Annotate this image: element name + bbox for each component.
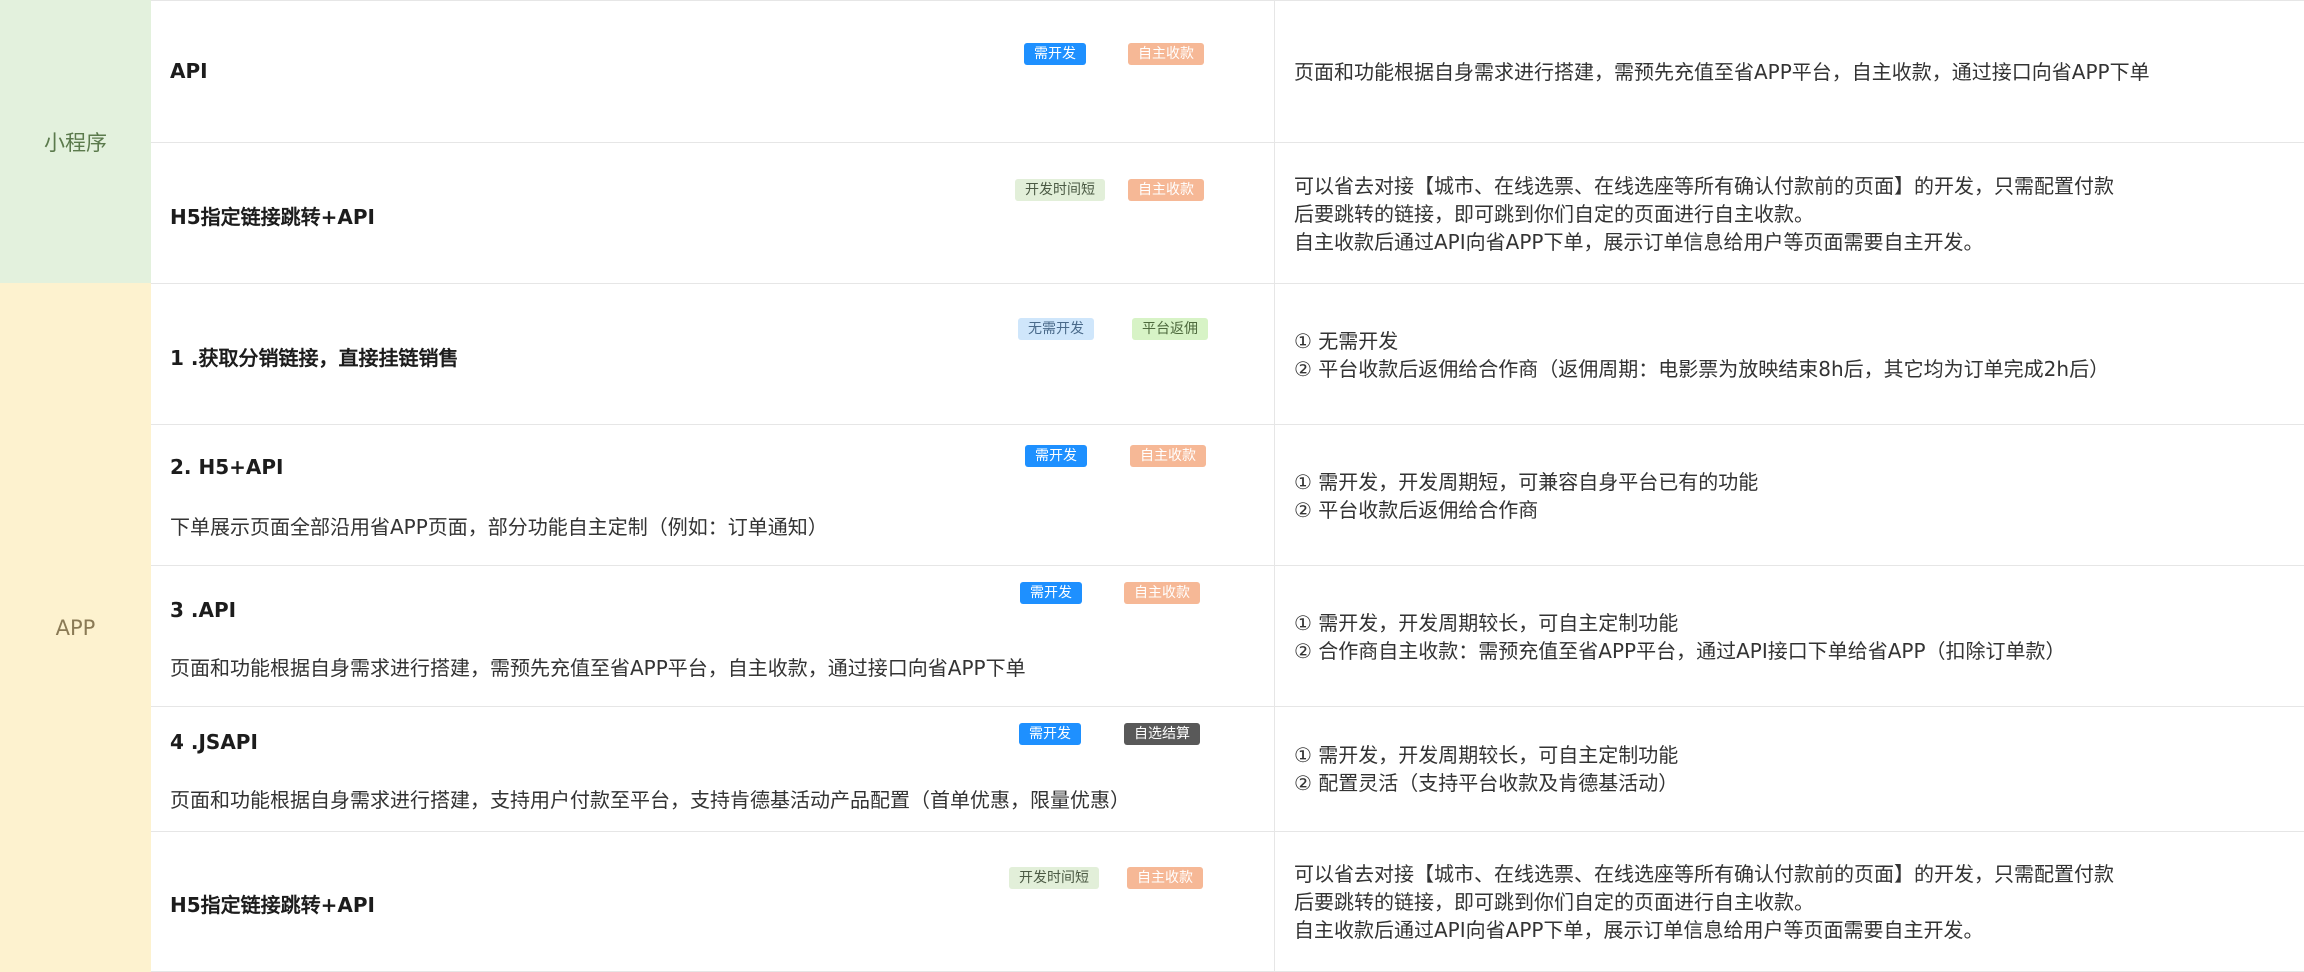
desc-cell: ① 需开发，开发周期较长，可自主定制功能 ② 配置灵活（支持平台收款及肯德基活动… bbox=[1275, 707, 2304, 831]
tag-self-settle: 自选结算 bbox=[1124, 723, 1200, 745]
row-subtitle: 页面和功能根据自身需求进行搭建，需预先充值至省APP平台，自主收款，通过接口向省… bbox=[170, 656, 1026, 680]
table-row: 4 .JSAPI 页面和功能根据自身需求进行搭建，支持用户付款至平台，支持肯德基… bbox=[151, 706, 2304, 831]
tag-need-dev: 需开发 bbox=[1025, 445, 1087, 467]
name-cell: 3 .API 页面和功能根据自身需求进行搭建，需预先充值至省APP平台，自主收款… bbox=[151, 566, 1275, 706]
desc-cell: ① 需开发，开发周期较长，可自主定制功能 ② 合作商自主收款：需预充值至省APP… bbox=[1275, 566, 2304, 706]
name-cell: 1 .获取分销链接，直接挂链销售 无需开发 平台返佣 bbox=[151, 284, 1275, 424]
options-table: 小程序 APP API 需开发 自主收款 页面和功能根据自身需求进行搭建，需预先… bbox=[0, 0, 2304, 972]
row-title: 3 .API bbox=[170, 598, 237, 622]
row-subtitle: 下单展示页面全部沿用省APP页面，部分功能自主定制（例如：订单通知） bbox=[170, 515, 828, 539]
desc-line: 可以省去对接【城市、在线选票、在线选座等所有确认付款前的页面】的开发，只需配置付… bbox=[1294, 174, 2114, 198]
name-cell: 4 .JSAPI 页面和功能根据自身需求进行搭建，支持用户付款至平台，支持肯德基… bbox=[151, 707, 1275, 831]
row-subtitle: 页面和功能根据自身需求进行搭建，支持用户付款至平台，支持肯德基活动产品配置（首单… bbox=[170, 788, 1130, 812]
name-cell: API 需开发 自主收款 bbox=[151, 1, 1275, 142]
tag-self-collect: 自主收款 bbox=[1130, 445, 1206, 467]
row-title: H5指定链接跳转+API bbox=[170, 893, 375, 917]
name-cell: H5指定链接跳转+API 开发时间短 自主收款 bbox=[151, 143, 1275, 283]
tag-short-dev: 开发时间短 bbox=[1015, 179, 1105, 201]
group-app: APP bbox=[0, 283, 151, 972]
tag-no-dev: 无需开发 bbox=[1018, 318, 1094, 340]
desc-line: ② 平台收款后返佣给合作商（返佣周期：电影票为放映结束8h后，其它均为订单完成2… bbox=[1294, 357, 2110, 381]
tag-self-collect: 自主收款 bbox=[1127, 867, 1203, 889]
desc-line: 可以省去对接【城市、在线选票、在线选座等所有确认付款前的页面】的开发，只需配置付… bbox=[1294, 862, 2114, 886]
row-title: API bbox=[170, 59, 208, 83]
desc-cell: ① 无需开发 ② 平台收款后返佣给合作商（返佣周期：电影票为放映结束8h后，其它… bbox=[1275, 284, 2304, 424]
desc-line: ① 需开发，开发周期较长，可自主定制功能 bbox=[1294, 743, 1679, 767]
desc-line: 后要跳转的链接，即可跳到你们自定的页面进行自主收款。 bbox=[1294, 202, 1814, 226]
table-row: API 需开发 自主收款 页面和功能根据自身需求进行搭建，需预先充值至省APP平… bbox=[151, 0, 2304, 142]
tag-self-collect: 自主收款 bbox=[1128, 43, 1204, 65]
table-row: H5指定链接跳转+API 开发时间短 自主收款 可以省去对接【城市、在线选票、在… bbox=[151, 831, 2304, 972]
row-title: 4 .JSAPI bbox=[170, 730, 258, 754]
desc-cell: 可以省去对接【城市、在线选票、在线选座等所有确认付款前的页面】的开发，只需配置付… bbox=[1275, 143, 2304, 283]
desc-line: 自主收款后通过API向省APP下单，展示订单信息给用户等页面需要自主开发。 bbox=[1294, 230, 1984, 254]
group-label: 小程序 bbox=[44, 130, 107, 155]
desc-line: ① 需开发，开发周期短，可兼容自身平台已有的功能 bbox=[1294, 470, 1759, 494]
row-title: H5指定链接跳转+API bbox=[170, 205, 375, 229]
tag-need-dev: 需开发 bbox=[1019, 723, 1081, 745]
desc-line: ② 合作商自主收款：需预充值至省APP平台，通过API接口下单给省APP（扣除订… bbox=[1294, 639, 2066, 663]
desc-line: ① 无需开发 bbox=[1294, 329, 1399, 353]
row-title: 1 .获取分销链接，直接挂链销售 bbox=[170, 346, 459, 370]
desc-line: 后要跳转的链接，即可跳到你们自定的页面进行自主收款。 bbox=[1294, 890, 1814, 914]
desc-line: 自主收款后通过API向省APP下单，展示订单信息给用户等页面需要自主开发。 bbox=[1294, 918, 1984, 942]
name-cell: 2. H5+API 下单展示页面全部沿用省APP页面，部分功能自主定制（例如：订… bbox=[151, 425, 1275, 565]
tag-need-dev: 需开发 bbox=[1020, 582, 1082, 604]
table-row: 3 .API 页面和功能根据自身需求进行搭建，需预先充值至省APP平台，自主收款… bbox=[151, 565, 2304, 706]
tag-self-collect: 自主收款 bbox=[1128, 179, 1204, 201]
tag-need-dev: 需开发 bbox=[1024, 43, 1086, 65]
tag-short-dev: 开发时间短 bbox=[1009, 867, 1099, 889]
desc-line: 页面和功能根据自身需求进行搭建，需预先充值至省APP平台，自主收款，通过接口向省… bbox=[1294, 60, 2150, 84]
desc-cell: 页面和功能根据自身需求进行搭建，需预先充值至省APP平台，自主收款，通过接口向省… bbox=[1275, 1, 2304, 142]
desc-cell: ① 需开发，开发周期短，可兼容自身平台已有的功能 ② 平台收款后返佣给合作商 bbox=[1275, 425, 2304, 565]
group-mini-program: 小程序 bbox=[0, 0, 151, 283]
tag-platform-rebate: 平台返佣 bbox=[1132, 318, 1208, 340]
group-label: APP bbox=[55, 615, 96, 640]
table-row: 2. H5+API 下单展示页面全部沿用省APP页面，部分功能自主定制（例如：订… bbox=[151, 424, 2304, 565]
desc-line: ① 需开发，开发周期较长，可自主定制功能 bbox=[1294, 611, 1679, 635]
row-title: 2. H5+API bbox=[170, 455, 284, 479]
desc-cell: 可以省去对接【城市、在线选票、在线选座等所有确认付款前的页面】的开发，只需配置付… bbox=[1275, 832, 2304, 971]
desc-line: ② 平台收款后返佣给合作商 bbox=[1294, 498, 1539, 522]
table-row: 1 .获取分销链接，直接挂链销售 无需开发 平台返佣 ① 无需开发 ② 平台收款… bbox=[151, 283, 2304, 424]
tag-self-collect: 自主收款 bbox=[1124, 582, 1200, 604]
name-cell: H5指定链接跳转+API 开发时间短 自主收款 bbox=[151, 832, 1275, 971]
table-row: H5指定链接跳转+API 开发时间短 自主收款 可以省去对接【城市、在线选票、在… bbox=[151, 142, 2304, 283]
desc-line: ② 配置灵活（支持平台收款及肯德基活动） bbox=[1294, 771, 1679, 795]
